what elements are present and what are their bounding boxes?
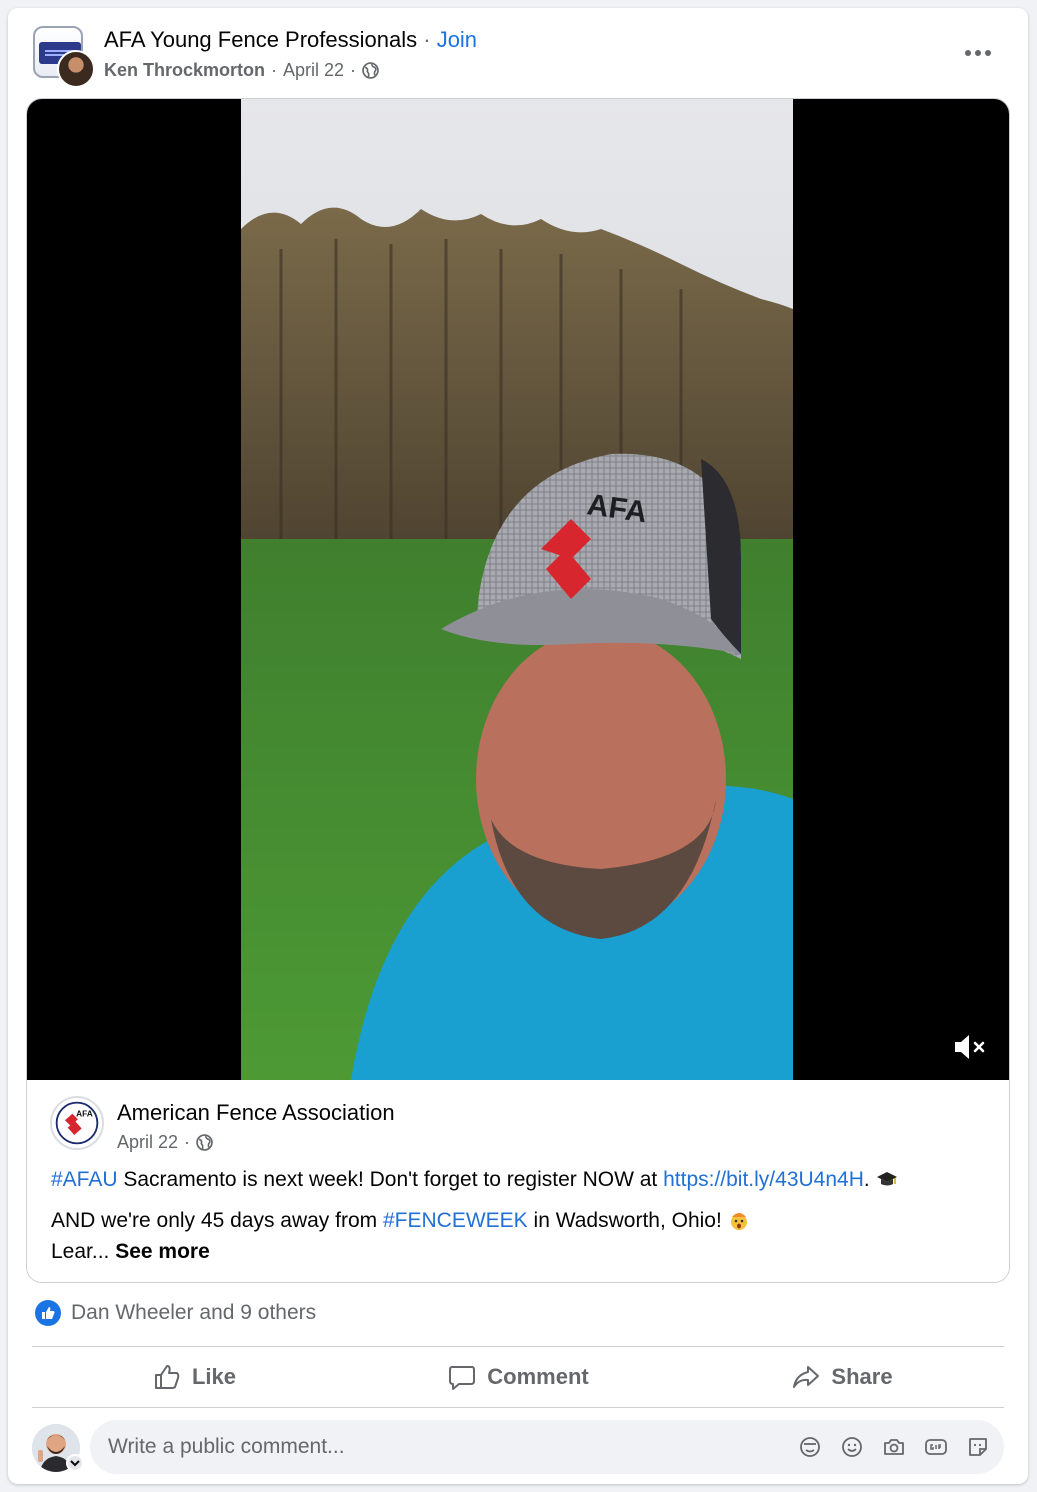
emoji-icon[interactable] (840, 1435, 864, 1459)
post-actions: Like Comment Share (32, 1347, 1004, 1407)
thumbs-up-icon (154, 1365, 180, 1389)
like-reaction-icon (35, 1300, 61, 1326)
like-label: Like (191, 1364, 237, 1389)
shared-post-meta: April 22 · (117, 1132, 213, 1153)
post-text-line: Lear... See more (51, 1236, 991, 1267)
volume-muted-icon[interactable] (951, 1031, 987, 1063)
post-text-segment: . (863, 1168, 876, 1191)
author-name-link[interactable]: Ken Throckmorton (104, 60, 265, 81)
afa-logo-text: AFA (76, 1109, 93, 1119)
post-text-segment: in Wadsworth, Ohio! (527, 1209, 728, 1232)
more-dot (975, 50, 981, 56)
exploding-head-emoji-icon (730, 1213, 747, 1230)
hashtag-fenceweek-link[interactable]: #FENCEWEEK (383, 1209, 528, 1232)
globe-icon (362, 62, 379, 79)
author-avatar[interactable] (57, 50, 95, 88)
group-avatar[interactable] (33, 26, 95, 88)
shared-post-text: #AFAU Sacramento is next week! Don't for… (51, 1164, 991, 1267)
post-header-title: AFA Young Fence Professionals · Join (104, 27, 477, 53)
more-dot (965, 50, 971, 56)
post-text-truncated: Lear... (51, 1240, 116, 1263)
meta-separator: · (271, 60, 278, 80)
reactions-count-text[interactable]: Dan Wheeler and 9 others (71, 1301, 316, 1325)
shared-page-name-link[interactable]: American Fence Association (117, 1100, 395, 1126)
afa-page-logo[interactable]: AFA (50, 1096, 104, 1150)
video-frame[interactable]: AFA (241, 99, 793, 1080)
comment-label: Comment (487, 1364, 589, 1389)
post-text-line: AND we're only 45 days away from #FENCEW… (51, 1205, 991, 1236)
post-date-link[interactable]: April 22 (283, 60, 344, 81)
join-group-button[interactable]: Join (437, 27, 477, 52)
share-button[interactable]: Share (680, 1347, 1004, 1407)
gif-icon[interactable] (924, 1435, 948, 1459)
post-text-segment: Sacramento is next week! Don't forget to… (117, 1168, 664, 1191)
video-player[interactable]: AFA (27, 99, 1009, 1080)
shared-post-attachment[interactable]: AFA AFA American Fence Association April… (26, 98, 1010, 1283)
more-options-button[interactable] (960, 41, 996, 65)
registration-link[interactable]: https://bit.ly/43U4n4H (663, 1168, 864, 1191)
meta-separator: · (350, 60, 357, 80)
post-text-line: #AFAU Sacramento is next week! Don't for… (51, 1164, 991, 1195)
post-meta: Ken Throckmorton · April 22 · (104, 60, 379, 81)
graduation-cap-emoji-icon (876, 1172, 897, 1186)
sticker-icon[interactable] (966, 1435, 990, 1459)
avatar-sticker-icon[interactable] (798, 1435, 822, 1459)
post-card: AFA Young Fence Professionals · Join Ken… (8, 8, 1028, 1484)
composer-icons (798, 1435, 990, 1459)
comment-input[interactable] (108, 1420, 768, 1474)
comment-bubble-icon (449, 1366, 476, 1390)
comment-composer (90, 1420, 1004, 1474)
post-text-segment: AND we're only 45 days away from (51, 1209, 383, 1232)
camera-icon[interactable] (882, 1435, 906, 1459)
divider (32, 1407, 1004, 1408)
see-more-button[interactable]: See more (115, 1240, 210, 1263)
comment-button[interactable]: Comment (356, 1347, 680, 1407)
share-label: Share (831, 1364, 893, 1389)
hashtag-afau-link[interactable]: #AFAU (51, 1168, 118, 1191)
more-dot (985, 50, 991, 56)
globe-icon (196, 1134, 213, 1151)
reactions-summary[interactable]: Dan Wheeler and 9 others (35, 1300, 316, 1326)
shared-post-body: AFA American Fence Association April 22 … (27, 1080, 1009, 1282)
title-separator: · (423, 27, 431, 52)
group-name-link[interactable]: AFA Young Fence Professionals (104, 27, 417, 52)
shared-post-date[interactable]: April 22 (117, 1132, 178, 1153)
like-button[interactable]: Like (32, 1347, 356, 1407)
share-arrow-icon (793, 1366, 820, 1388)
meta-separator: · (184, 1132, 191, 1152)
chevron-down-icon[interactable] (66, 1454, 84, 1472)
